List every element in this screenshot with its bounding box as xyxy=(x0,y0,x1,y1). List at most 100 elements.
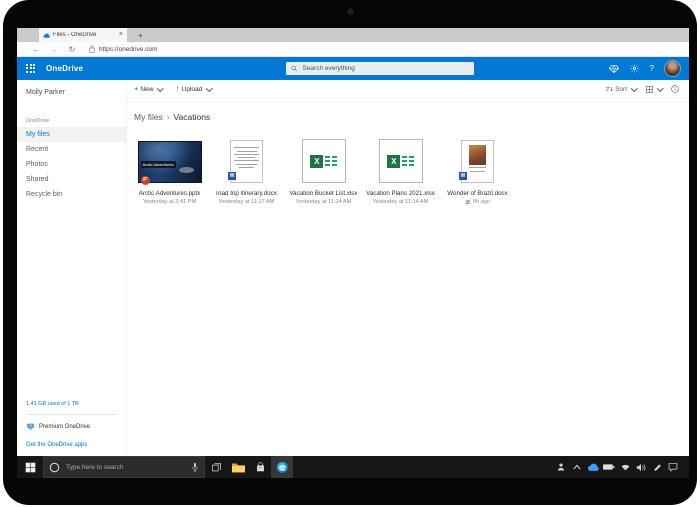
battery-button[interactable] xyxy=(601,456,617,478)
upload-button[interactable]: ↑ Upload xyxy=(176,85,212,93)
new-button[interactable]: + New xyxy=(134,85,163,93)
search-icon xyxy=(291,65,297,72)
taskbar-search-input[interactable] xyxy=(64,463,187,472)
file-modified: Yesterday at 11:17 AM xyxy=(208,199,285,205)
url-text[interactable]: https://onedrive.com xyxy=(99,46,158,53)
forward-button[interactable]: → xyxy=(45,45,63,54)
file-tile[interactable]: WWonder of Brazil.docx5h ago xyxy=(439,136,516,205)
settings-gear-icon[interactable] xyxy=(630,64,639,73)
file-tile[interactable]: XVacation Plans 2021.xlsxYesterday at 11… xyxy=(362,136,439,205)
action-center-button[interactable] xyxy=(665,456,681,478)
screen: Files - OneDrive × + ← → ↻ https://onedr… xyxy=(17,28,689,478)
browser-tab[interactable]: Files - OneDrive × xyxy=(39,28,127,42)
breadcrumb-root[interactable]: My files xyxy=(134,112,163,122)
details-pane-button[interactable] xyxy=(671,85,679,93)
main-body: Molly Parker OneDrive My filesRecentPhot… xyxy=(17,80,689,456)
sidebar-item-shared[interactable]: Shared xyxy=(17,172,126,187)
new-tab-button[interactable]: + xyxy=(133,28,148,42)
header-actions: ? xyxy=(609,61,680,76)
file-name: road trip itinerary.docx xyxy=(208,190,285,197)
person-icon xyxy=(556,462,566,472)
user-avatar[interactable] xyxy=(665,61,680,76)
onedrive-header: OneDrive ? xyxy=(17,57,689,80)
microsoft-store-button[interactable] xyxy=(249,456,271,478)
show-hidden-icons-button[interactable] xyxy=(569,456,585,478)
sidebar-item-photos[interactable]: Photos xyxy=(17,157,126,172)
address-bar: ← → ↻ https://onedrive.com xyxy=(17,42,689,57)
grid-view-icon xyxy=(646,86,653,93)
file-name: Vacation Bucket List.xlsx xyxy=(285,190,362,197)
taskbar xyxy=(17,456,689,478)
premium-onedrive-button[interactable]: Premium OneDrive xyxy=(17,415,126,438)
word-icon: W xyxy=(228,172,236,180)
chevron-down-icon xyxy=(657,85,663,91)
premium-gem-icon xyxy=(26,423,35,431)
edge-browser-button[interactable] xyxy=(271,456,293,478)
excel-icon: X xyxy=(310,155,323,168)
onedrive-tray-button[interactable] xyxy=(585,456,601,478)
premium-diamond-icon[interactable] xyxy=(609,65,619,73)
network-button[interactable] xyxy=(617,456,633,478)
sort-button-label: Sort xyxy=(615,86,627,93)
upload-arrow-icon: ↑ xyxy=(176,85,180,93)
camera-dot xyxy=(347,8,354,15)
onedrive-brand[interactable]: OneDrive xyxy=(46,64,83,73)
sidebar-footer: 1.41 GB used of 1 TB Premium OneDrive Ge… xyxy=(17,401,126,448)
view-controls: Sort xyxy=(606,85,679,93)
upload-button-label: Upload xyxy=(182,86,203,93)
sidebar-item-my-files[interactable]: My files xyxy=(17,127,126,142)
pen-button[interactable] xyxy=(649,456,665,478)
start-button[interactable] xyxy=(17,456,43,478)
lock-icon xyxy=(89,45,95,53)
volume-button[interactable] xyxy=(633,456,649,478)
breadcrumb-current: Vacations xyxy=(173,112,210,122)
sidebar-section-label: OneDrive xyxy=(17,96,126,127)
page: Files - OneDrive × + ← → ↻ https://onedr… xyxy=(0,0,700,507)
thumbnail-figure xyxy=(179,167,194,173)
sidebar-item-recycle-bin[interactable]: Recycle bin xyxy=(17,187,126,202)
file-explorer-button[interactable] xyxy=(227,456,249,478)
browser-tab-bar: Files - OneDrive × + xyxy=(17,28,689,42)
file-tile[interactable]: XVacation Bucket List.xlsxYesterday at 1… xyxy=(285,136,362,205)
refresh-button[interactable]: ↻ xyxy=(63,45,81,54)
device-frame: Files - OneDrive × + ← → ↻ https://onedr… xyxy=(3,0,697,505)
chevron-down-icon xyxy=(206,85,212,91)
file-tile[interactable]: Arctic AdventuresPArctic Adventures.pptx… xyxy=(131,136,208,205)
sidebar-nav: My filesRecentPhotosSharedRecycle bin xyxy=(17,127,126,202)
windows-logo-icon xyxy=(25,462,36,473)
sidebar-item-recent[interactable]: Recent xyxy=(17,142,126,157)
taskbar-search-box[interactable] xyxy=(43,456,205,478)
view-toggle-button[interactable] xyxy=(646,86,663,93)
xlsx-thumbnail: X xyxy=(379,139,423,183)
chevron-up-icon xyxy=(573,464,581,470)
edge-icon xyxy=(276,461,289,474)
word-icon: W xyxy=(459,172,467,180)
back-button[interactable]: ← xyxy=(27,45,45,54)
app-launcher-icon[interactable] xyxy=(26,64,36,74)
files-grid: Arctic AdventuresPArctic Adventures.pptx… xyxy=(127,122,689,205)
header-search-box[interactable] xyxy=(286,62,474,75)
sort-button[interactable]: Sort xyxy=(606,86,636,93)
action-center-icon xyxy=(668,462,678,472)
get-apps-link[interactable]: Get the OneDrive apps xyxy=(17,438,126,448)
people-button[interactable] xyxy=(553,456,569,478)
wifi-icon xyxy=(621,463,630,471)
thumbnail-caption: Arctic Adventures xyxy=(141,161,176,168)
file-tile[interactable]: Wroad trip itinerary.docx Yesterday at 11… xyxy=(208,136,285,205)
docx-photo-thumbnail: W xyxy=(461,140,494,183)
speaker-icon xyxy=(636,463,646,472)
premium-label: Premium OneDrive xyxy=(39,424,90,430)
excel-grid-icon xyxy=(402,156,414,167)
cloud-icon xyxy=(587,463,599,471)
microphone-icon[interactable] xyxy=(191,462,199,473)
header-search-input[interactable] xyxy=(300,64,469,73)
command-bar: + New ↑ Upload Sort xyxy=(127,80,689,99)
help-button[interactable]: ? xyxy=(650,64,654,73)
file-name: Wonder of Brazil.docx xyxy=(439,190,516,197)
new-button-label: New xyxy=(140,86,153,93)
task-view-button[interactable] xyxy=(205,456,227,478)
onedrive-cloud-icon xyxy=(43,33,50,38)
pen-icon xyxy=(653,463,662,472)
folder-icon xyxy=(232,462,245,473)
tab-close-icon[interactable]: × xyxy=(119,28,123,42)
